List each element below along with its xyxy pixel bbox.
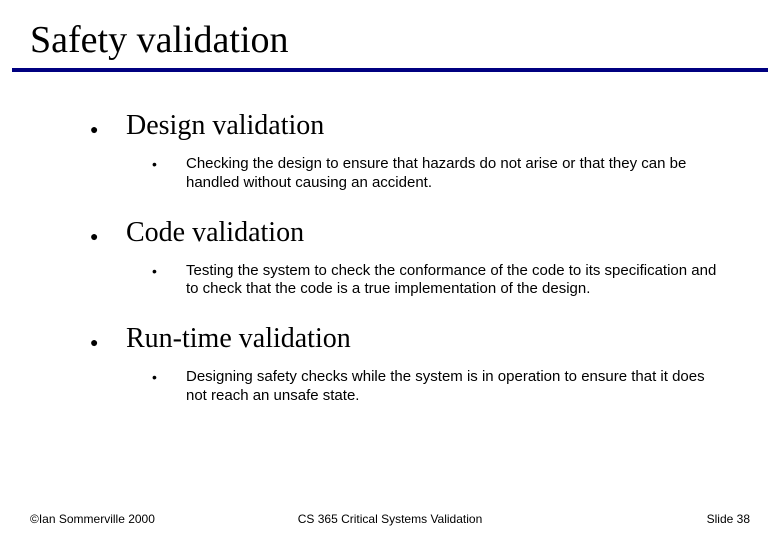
sub-bullet-icon: •: [152, 262, 186, 279]
sub-item-text: Testing the system to check the conforma…: [186, 262, 726, 300]
list-item-head: ● Code validation: [90, 217, 730, 252]
slide-content: ● Design validation • Checking the desig…: [0, 72, 780, 420]
list-item-label: Run-time validation: [126, 323, 351, 355]
sub-item: • Testing the system to check the confor…: [90, 252, 730, 314]
slide-footer: ©Ian Sommerville 2000 CS 365 Critical Sy…: [0, 512, 780, 526]
sub-item: • Checking the design to ensure that haz…: [90, 145, 730, 207]
sub-item-text: Designing safety checks while the system…: [186, 368, 726, 406]
sub-item: • Designing safety checks while the syst…: [90, 358, 730, 420]
list-item: ● Run-time validation • Designing safety…: [90, 323, 730, 420]
list-item-head: ● Run-time validation: [90, 323, 730, 358]
bullet-icon: ●: [90, 330, 104, 358]
list-item-label: Code validation: [126, 217, 304, 249]
list-item: ● Design validation • Checking the desig…: [90, 110, 730, 207]
footer-right: Slide 38: [707, 512, 750, 526]
list-item-head: ● Design validation: [90, 110, 730, 145]
list-item-label: Design validation: [126, 110, 324, 142]
footer-left: ©Ian Sommerville 2000: [30, 512, 155, 526]
list-item: ● Code validation • Testing the system t…: [90, 217, 730, 314]
sub-bullet-icon: •: [152, 155, 186, 172]
sub-item-text: Checking the design to ensure that hazar…: [186, 155, 726, 193]
bullet-icon: ●: [90, 117, 104, 145]
slide-title: Safety validation: [0, 0, 780, 68]
slide: Safety validation ● Design validation • …: [0, 0, 780, 540]
sub-bullet-icon: •: [152, 368, 186, 385]
bullet-icon: ●: [90, 224, 104, 252]
